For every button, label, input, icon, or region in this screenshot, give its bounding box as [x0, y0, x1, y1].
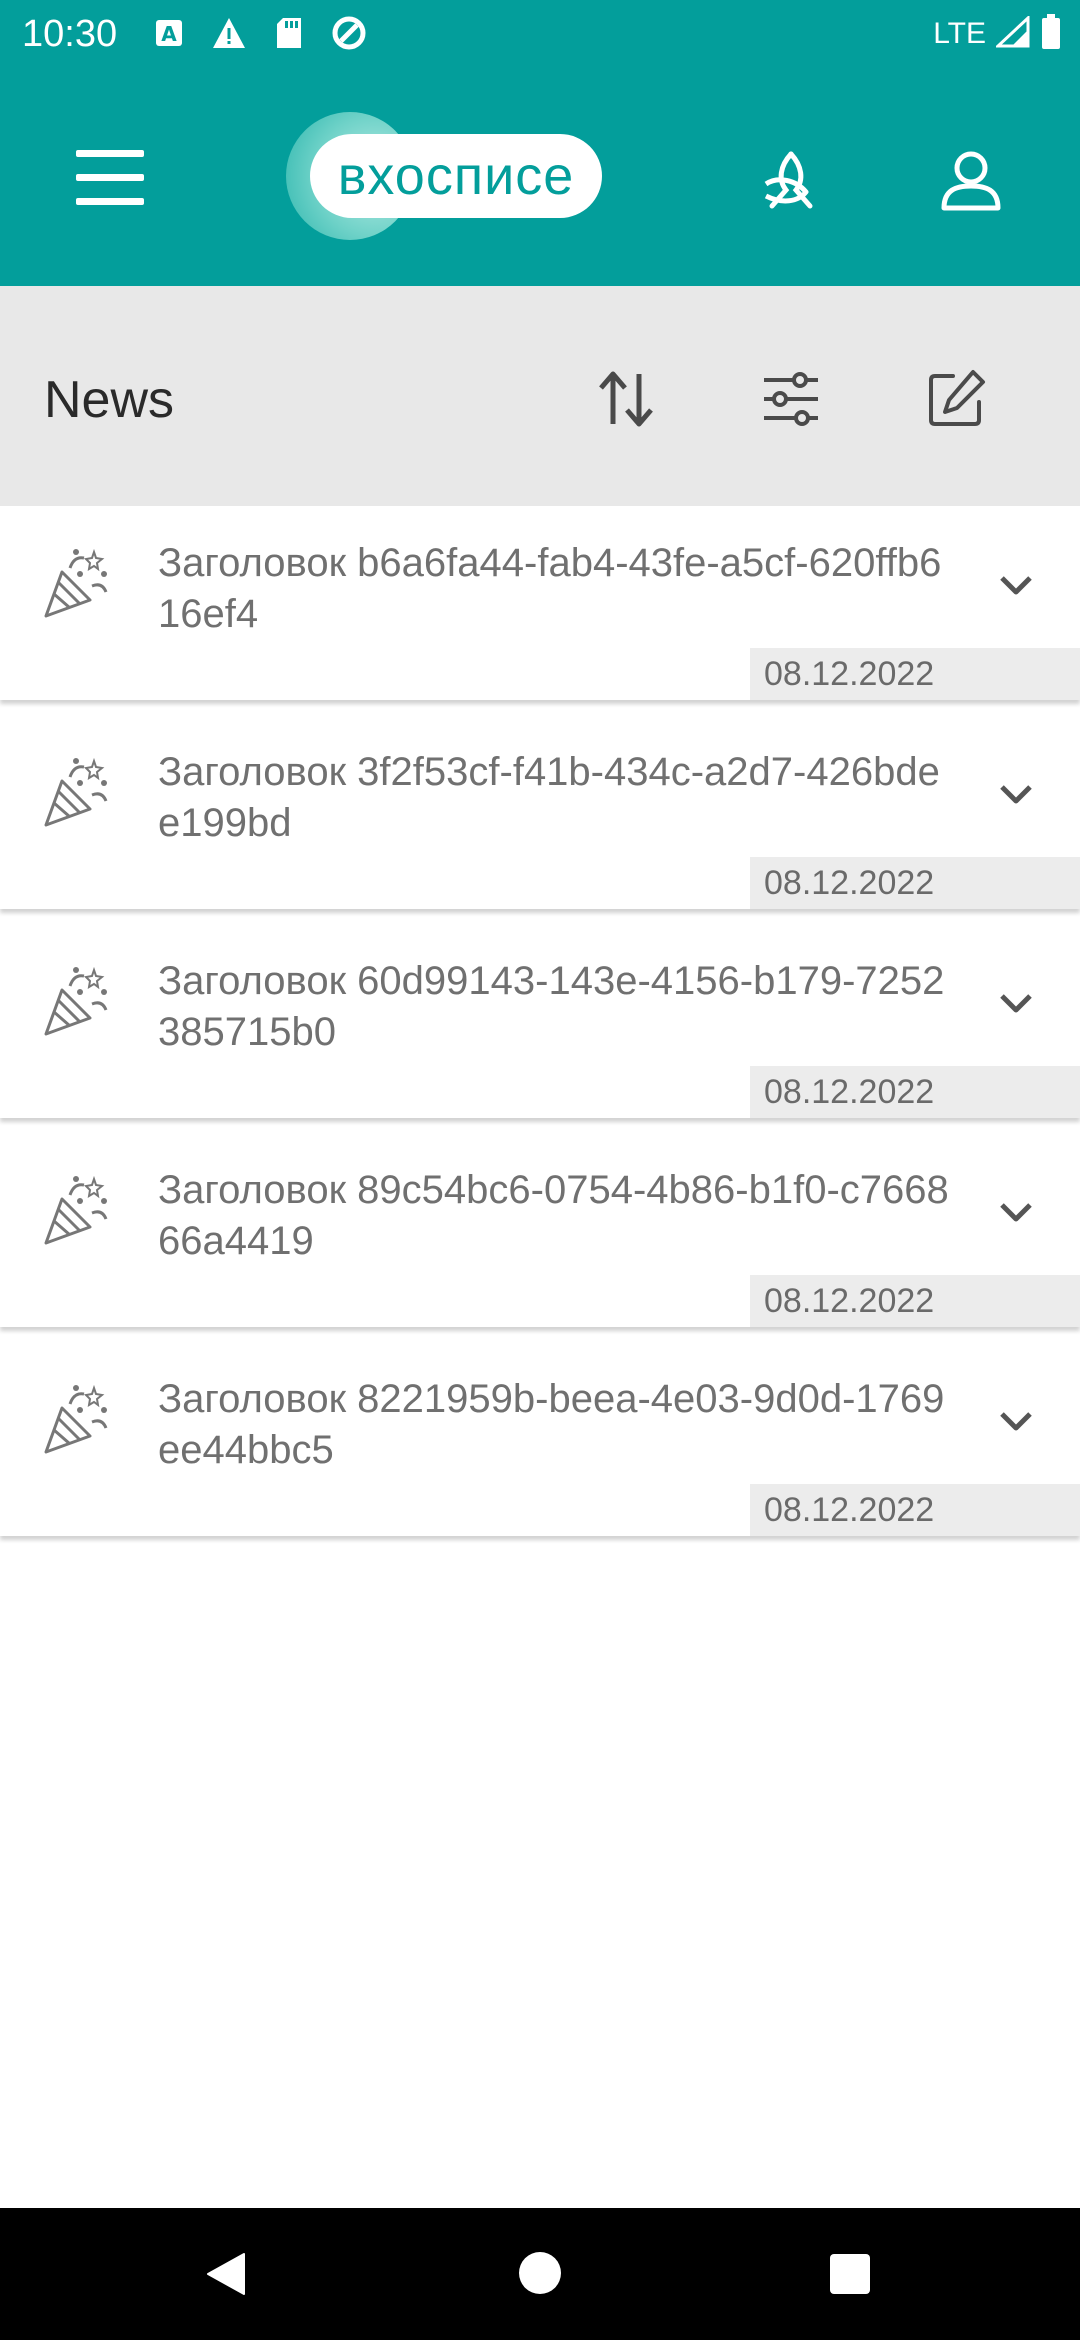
chevron-down-icon[interactable]: [994, 1197, 1038, 1227]
sd-card-icon: [270, 14, 308, 52]
back-icon[interactable]: [204, 2252, 248, 2296]
news-date: 08.12.2022: [750, 1484, 1080, 1536]
profile-icon[interactable]: [936, 146, 1006, 216]
party-popper-icon: [40, 1382, 116, 1458]
news-title: Заголовок 8221959b-beea-4e03-9d0d-1769ee…: [158, 1377, 945, 1472]
system-navigation-bar: [0, 2208, 1080, 2340]
status-notification-icons: A: [150, 14, 368, 52]
news-item[interactable]: Заголовок 60d99143-143e-4156-b179-725238…: [0, 924, 1080, 1118]
home-icon[interactable]: [519, 2252, 561, 2294]
a-notification-icon: A: [150, 14, 188, 52]
chevron-down-icon[interactable]: [994, 988, 1038, 1018]
news-date: 08.12.2022: [750, 857, 1080, 909]
news-title: Заголовок 89c54bc6-0754-4b86-b1f0-c76686…: [158, 1168, 949, 1263]
ribbon-icon[interactable]: [756, 146, 826, 216]
page-title: News: [44, 371, 175, 429]
chevron-down-icon[interactable]: [994, 779, 1038, 809]
news-title: Заголовок 60d99143-143e-4156-b179-725238…: [158, 959, 945, 1054]
status-time: 10:30: [22, 13, 118, 55]
status-system-icons: LTE: [933, 12, 1062, 56]
hamburger-menu-icon[interactable]: [76, 150, 144, 206]
app-logo: вхосписе: [286, 112, 626, 240]
signal-icon: [994, 14, 1030, 53]
data-saver-icon: [330, 14, 368, 52]
logo-text: вхосписе: [310, 134, 602, 218]
sort-icon[interactable]: [593, 366, 659, 432]
party-popper-icon: [40, 1173, 116, 1249]
news-item[interactable]: Заголовок b6a6fa44-fab4-43fe-a5cf-620ffb…: [0, 506, 1080, 700]
network-type: LTE: [933, 17, 986, 50]
news-list: Заголовок b6a6fa44-fab4-43fe-a5cf-620ffb…: [0, 506, 1080, 1551]
news-toolbar: News: [0, 286, 1080, 506]
svg-text:A: A: [161, 22, 177, 46]
news-title: Заголовок b6a6fa44-fab4-43fe-a5cf-620ffb…: [158, 541, 942, 636]
recents-icon[interactable]: [830, 2254, 870, 2294]
warning-icon: [210, 14, 248, 52]
edit-icon[interactable]: [923, 366, 989, 432]
party-popper-icon: [40, 546, 116, 622]
status-bar: 10:30 A LTE: [0, 0, 1080, 66]
filter-icon[interactable]: [758, 366, 824, 432]
battery-icon: [1040, 13, 1062, 55]
party-popper-icon: [40, 755, 116, 831]
news-date: 08.12.2022: [750, 1066, 1080, 1118]
news-date: 08.12.2022: [750, 1275, 1080, 1327]
party-popper-icon: [40, 964, 116, 1040]
news-item[interactable]: Заголовок 89c54bc6-0754-4b86-b1f0-c76686…: [0, 1133, 1080, 1327]
news-date: 08.12.2022: [750, 648, 1080, 700]
news-item[interactable]: Заголовок 3f2f53cf-f41b-434c-a2d7-426bde…: [0, 715, 1080, 909]
news-item[interactable]: Заголовок 8221959b-beea-4e03-9d0d-1769ee…: [0, 1342, 1080, 1536]
news-title: Заголовок 3f2f53cf-f41b-434c-a2d7-426bde…: [158, 750, 940, 845]
chevron-down-icon[interactable]: [994, 570, 1038, 600]
app-header: вхосписе: [0, 66, 1080, 286]
chevron-down-icon[interactable]: [994, 1406, 1038, 1436]
